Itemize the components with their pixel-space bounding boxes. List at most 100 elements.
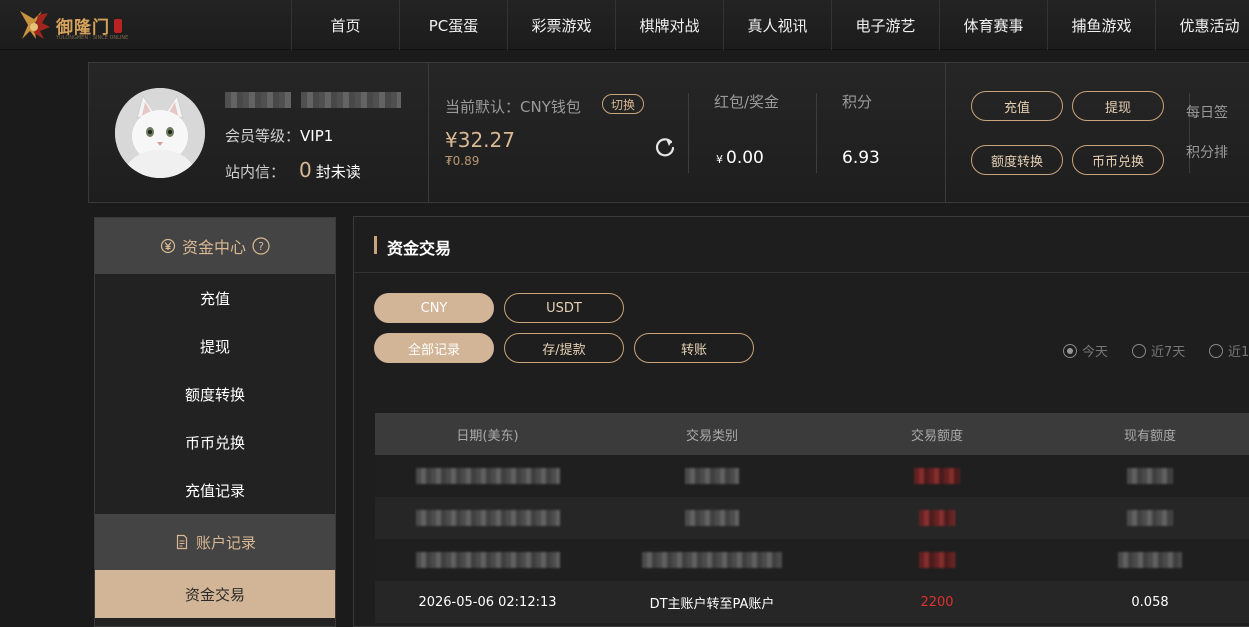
transactions-table: 日期(美东) 交易类别 交易额度 现有额度 2026-05-06 02:12:1… (375, 413, 1249, 623)
cell-balance: 0.058 (1131, 594, 1169, 610)
points-label: 积分 (842, 93, 873, 111)
inbox-label: 站内信： (225, 163, 286, 181)
withdraw-button[interactable]: 提现 (1072, 91, 1164, 121)
col-amount: 交易额度 (910, 428, 963, 444)
panel-divider (428, 63, 429, 202)
member-level-value: VIP1 (300, 127, 334, 145)
cell-redacted (375, 497, 600, 539)
daily-checkin-link[interactable]: 每日签 (1186, 102, 1228, 122)
tab-all-records[interactable]: 全部记录 (374, 333, 494, 363)
user-panel: 会员等级：VIP1 站内信： 0 封未读 当前默认：CNY钱包 切换 ¥32.27 … (88, 62, 1249, 203)
range-label: 近7天 (1151, 345, 1186, 360)
cell-redacted (375, 539, 600, 581)
radio-dot (1132, 343, 1146, 358)
document-icon (176, 534, 188, 550)
radio-dot (1063, 343, 1077, 358)
sidebar-head-label: 资金中心 (181, 238, 246, 257)
nav-chess-cards[interactable]: 棋牌对战 (615, 0, 723, 50)
switch-wallet-button[interactable]: 切换 (602, 94, 644, 114)
bonus-label: 红包/奖金 (714, 93, 780, 111)
exchange-button[interactable]: 币币兑换 (1072, 145, 1164, 175)
table-row-redacted (375, 539, 1249, 581)
cell-redacted (1050, 539, 1249, 581)
sidebar-item-deposit-history[interactable]: 充值记录 (95, 466, 335, 514)
nav-slots[interactable]: 电子游艺 (831, 0, 939, 50)
nav-live-casino[interactable]: 真人视讯 (723, 0, 831, 50)
avatar[interactable] (115, 88, 205, 178)
inbox-count: 0 (299, 158, 312, 182)
main-panel: 资金交易 CNY USDT 全部记录 存/提款 转账 今天 近7天 近1 日期(… (353, 216, 1249, 627)
inbox-unit: 封未读 (315, 163, 361, 181)
top-nav: 御隆门 YULONGMEN · SINCE ONLINE 首页 PC蛋蛋 彩票游… (0, 0, 1249, 50)
member-level: 会员等级：VIP1 (225, 125, 333, 146)
yen-coin-icon (160, 238, 176, 254)
range-7days-radio[interactable]: 近7天 (1132, 341, 1185, 360)
range-label: 今天 (1082, 345, 1109, 360)
member-level-label: 会员等级： (225, 127, 301, 145)
nav-sports[interactable]: 体育赛事 (939, 0, 1047, 50)
col-date: 日期(美东) (456, 428, 519, 444)
sidebar-item-exchange[interactable]: 币币兑换 (95, 418, 335, 466)
sidebar-item-deposit[interactable]: 充值 (95, 274, 335, 322)
wallet-sub-balance: ₮0.89 (445, 154, 480, 168)
tab-cny[interactable]: CNY (374, 293, 494, 323)
bonus-value: ¥0.00 (716, 148, 764, 168)
stat-separator (688, 93, 689, 173)
cell-redacted (600, 497, 824, 539)
page-title: 资金交易 (387, 239, 452, 258)
stat-separator (816, 93, 817, 173)
sidebar-head-label: 账户记录 (195, 533, 256, 552)
range-today-radio[interactable]: 今天 (1063, 341, 1108, 360)
table-row: 2026-05-06 02:12:13 DT主账户转至PA账户 2200 0.0… (375, 581, 1249, 623)
cell-redacted (1050, 455, 1249, 497)
tab-transfer[interactable]: 转账 (634, 333, 754, 363)
cell-date: 2026-05-06 02:12:13 (418, 594, 557, 610)
col-balance: 现有额度 (1123, 428, 1176, 444)
table-row-redacted (375, 497, 1249, 539)
help-icon[interactable]: ? (252, 237, 270, 255)
inbox-status[interactable]: 站内信： 0 封未读 (225, 158, 361, 182)
bonus-amount: 0.00 (726, 148, 764, 168)
cell-redacted (600, 539, 824, 581)
cell-redacted (600, 455, 824, 497)
bonus-currency: ¥ (716, 153, 723, 166)
title-accent-bar (374, 236, 377, 254)
tab-deposit-withdraw[interactable]: 存/提款 (504, 333, 624, 363)
range-more-radio[interactable]: 近1 (1209, 341, 1249, 360)
refresh-icon[interactable] (654, 136, 676, 158)
sidebar-item-transactions[interactable]: 资金交易 (95, 570, 335, 618)
nav-promotions[interactable]: 优惠活动 (1155, 0, 1249, 50)
cell-amount: 2200 (920, 594, 954, 610)
tab-usdt[interactable]: USDT (504, 293, 624, 323)
cell-redacted (824, 497, 1050, 539)
range-label: 近1 (1228, 345, 1249, 360)
cell-redacted (824, 539, 1050, 581)
site-logo[interactable]: 御隆门 YULONGMEN · SINCE ONLINE (14, 5, 128, 45)
svg-text:?: ? (258, 240, 264, 253)
wallet-balance: ¥32.27 (445, 128, 515, 152)
sidebar: 资金中心 ? 充值 提现 额度转换 币币兑换 充值记录 账户记录 资金交易 (94, 217, 336, 627)
main-header: 资金交易 (354, 217, 1249, 273)
col-type: 交易类别 (685, 428, 738, 444)
sidebar-item-withdraw[interactable]: 提现 (95, 322, 335, 370)
table-row-redacted (375, 455, 1249, 497)
cell-redacted (375, 455, 600, 497)
cell-redacted (1050, 497, 1249, 539)
dragon-logo-icon (20, 11, 50, 39)
radio-dot (1209, 343, 1223, 358)
panel-divider (945, 63, 946, 202)
sidebar-item-transfer[interactable]: 额度转换 (95, 370, 335, 418)
transfer-button[interactable]: 额度转换 (971, 145, 1063, 175)
brand-tagline: YULONGMEN · SINCE ONLINE (56, 35, 129, 41)
nav-home[interactable]: 首页 (291, 0, 399, 50)
nav-fishing[interactable]: 捕鱼游戏 (1047, 0, 1155, 50)
nav-pc-egg[interactable]: PC蛋蛋 (399, 0, 507, 50)
nav-lottery[interactable]: 彩票游戏 (507, 0, 615, 50)
cat-avatar-icon (115, 88, 205, 178)
sidebar-head-funds: 资金中心 ? (95, 218, 335, 274)
table-header: 日期(美东) 交易类别 交易额度 现有额度 (375, 413, 1249, 455)
cell-type: DT主账户转至PA账户 (649, 596, 775, 612)
points-ranking-link[interactable]: 积分排 (1186, 142, 1228, 162)
brand-seal (114, 19, 122, 33)
deposit-button[interactable]: 充值 (971, 91, 1063, 121)
